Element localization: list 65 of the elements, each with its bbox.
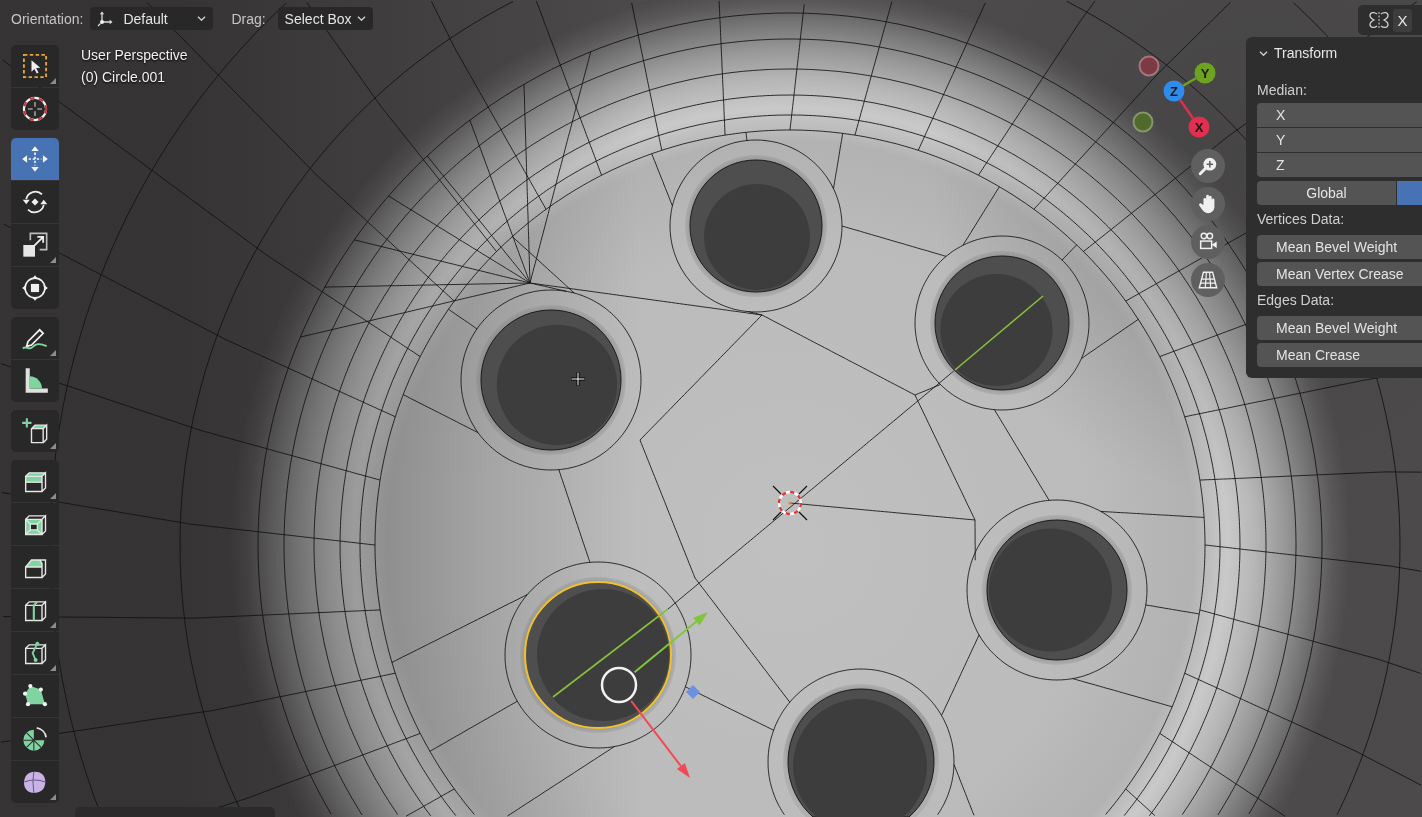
section-label: Median: [1257,81,1307,100]
scrollbar[interactable] [75,807,275,817]
move-tool[interactable] [11,138,59,180]
cube-plus-icon [21,417,49,445]
perspective-grid-icon [1197,269,1219,291]
gizmo-center-ring[interactable] [600,666,638,704]
drag-label: Drag: [231,10,266,27]
axis-button[interactable]: X [1188,116,1210,138]
segmented-disc-icon [21,725,49,753]
coordinate-field[interactable]: Z [1257,153,1422,177]
smooth-tool[interactable] [11,761,59,803]
chevron-down-icon [197,16,207,21]
slider-field[interactable]: Mean Bevel Weight [1257,235,1422,259]
negative-axis-button[interactable] [1132,111,1154,133]
four-arrows-icon [21,145,49,173]
add-cube-tool[interactable] [11,410,59,452]
crosshair-cursor-icon [569,370,587,388]
smooth-blob-icon [21,768,49,796]
axis-line [1178,98,1195,120]
slider-field[interactable]: Mean Vertex Crease [1257,262,1422,286]
magnifier-plus-icon [1197,155,1219,177]
orientation-label: Orientation: [11,10,84,27]
axis-button[interactable]: Z [1163,80,1185,102]
space-toggle-button[interactable] [1397,181,1422,205]
rotate-tool[interactable] [11,181,59,223]
section-label: Edges Data: [1257,291,1335,310]
cursor-tool[interactable] [11,88,59,130]
loop-cut-tool[interactable] [11,589,59,631]
extrude-tool[interactable] [11,460,59,502]
poly-build-tool[interactable] [11,675,59,717]
coordinate-field[interactable]: X [1257,103,1422,127]
gizmo-plane-handle[interactable] [686,685,700,699]
spin-tool[interactable] [11,718,59,760]
knife-tool[interactable] [11,632,59,674]
chevron-down-icon [356,16,366,21]
transform-tool[interactable] [11,267,59,309]
measure-tool[interactable] [11,360,59,402]
rotate-arrows-icon [21,188,49,216]
object-name-label: (0) Circle.001 [81,68,166,87]
axis-line [1182,77,1197,87]
coordinate-field[interactable]: Y [1257,128,1422,152]
section-label: Vertices Data: [1257,210,1345,229]
axes-icon [97,10,114,27]
view-name-label: User Perspective [81,46,188,65]
dashed-circle-cross-icon [21,95,49,123]
panel-header[interactable]: Transform [1246,37,1338,69]
axis-toggle-button[interactable]: X [1393,8,1412,32]
gizmo-arrow[interactable] [630,699,690,778]
negative-axis-button[interactable] [1138,55,1160,77]
mirror-symmetry-icon [1369,10,1389,30]
bevel-tool[interactable] [11,546,59,588]
inset-tool[interactable] [11,503,59,545]
square-in-circle-icon [21,274,49,302]
gizmo-arrow[interactable] [633,612,708,674]
slider-field[interactable]: Mean Bevel Weight [1257,316,1422,340]
select-box-tool[interactable] [11,45,59,87]
3d-cursor-icon [772,485,808,521]
annotate-tool[interactable] [11,317,59,359]
axis-button[interactable]: Y [1194,62,1216,84]
drag-mode-dropdown[interactable]: Select Box [277,7,373,30]
space-toggle-button[interactable]: Global [1257,181,1396,205]
orientation-dropdown[interactable]: Default [90,7,214,30]
scale-squares-icon [21,231,49,259]
slider-field[interactable]: Mean Crease [1257,343,1422,367]
scale-tool[interactable] [11,224,59,266]
